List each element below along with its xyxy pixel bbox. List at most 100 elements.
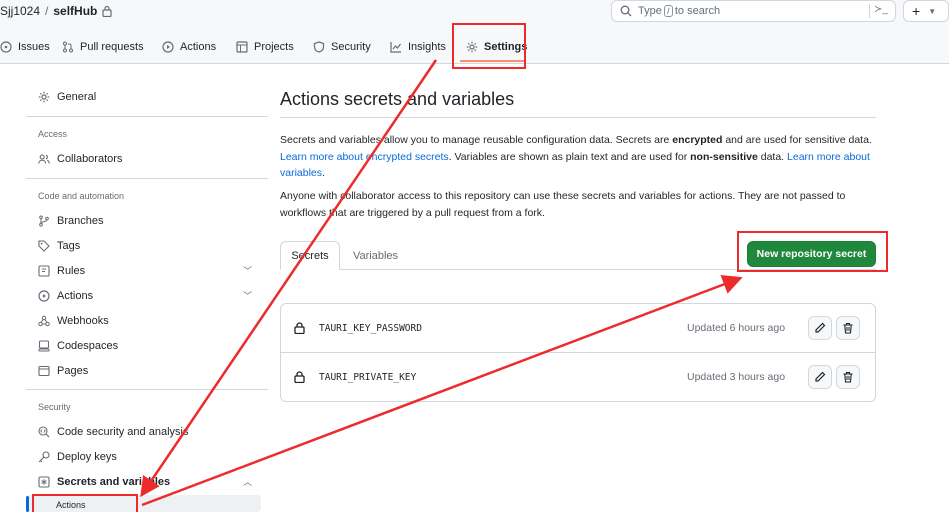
delete-secret-button[interactable] bbox=[836, 365, 860, 389]
sidebar-divider bbox=[26, 116, 268, 117]
sidebar-item-label: Tags bbox=[57, 240, 81, 252]
tab-pull-requests[interactable]: Pull requests bbox=[62, 35, 144, 59]
trash-icon bbox=[843, 371, 853, 383]
owner-link[interactable]: Sjj1024 bbox=[0, 4, 40, 18]
pencil-icon bbox=[815, 322, 826, 333]
active-item-indicator bbox=[26, 496, 29, 512]
sidebar-item-label: General bbox=[57, 91, 97, 103]
annotation-box-new-secret bbox=[737, 231, 888, 272]
description-secrets: Secrets and variables allow you to manag… bbox=[280, 132, 880, 182]
desc-text: and are used for sensitive data. bbox=[722, 134, 872, 146]
plus-icon: + bbox=[912, 3, 921, 19]
asterisk-icon bbox=[38, 476, 50, 488]
secret-name: TAURI_PRIVATE_KEY bbox=[319, 372, 417, 383]
list-item: TAURI_PRIVATE_KEY Updated 3 hours ago bbox=[281, 353, 875, 402]
search-placeholder-prefix: Type bbox=[638, 5, 662, 17]
tab-projects[interactable]: Projects bbox=[236, 35, 294, 59]
tab-issues[interactable]: Issues bbox=[0, 35, 50, 59]
chevron-down-icon[interactable]: ﹀ bbox=[243, 264, 252, 277]
secret-updated: Updated 6 hours ago bbox=[687, 322, 786, 334]
sidebar-item-general[interactable]: General bbox=[38, 88, 96, 106]
edit-secret-button[interactable] bbox=[808, 365, 832, 389]
graph-icon bbox=[390, 42, 401, 53]
tab-security[interactable]: Security bbox=[313, 35, 371, 59]
sidebar-item-deploy-keys[interactable]: Deploy keys bbox=[38, 448, 117, 466]
sidebar-item-codespaces[interactable]: Codespaces bbox=[38, 337, 118, 355]
create-new-button[interactable]: + ▼ bbox=[903, 0, 949, 22]
annotation-box-actions bbox=[32, 494, 138, 512]
sidebar-heading-access: Access bbox=[38, 129, 68, 139]
tab-secrets[interactable]: Secrets bbox=[280, 241, 340, 270]
codespaces-icon bbox=[38, 340, 50, 352]
description-access: Anyone with collaborator access to this … bbox=[280, 190, 846, 219]
sidebar-heading-security: Security bbox=[38, 402, 71, 412]
sidebar-item-label: Codespaces bbox=[57, 340, 119, 352]
chevron-down-icon: ▼ bbox=[928, 6, 937, 16]
edit-secret-button[interactable] bbox=[808, 316, 832, 340]
command-palette-icon[interactable]: ≻_ bbox=[869, 4, 888, 18]
tab-label: Pull requests bbox=[80, 41, 144, 53]
key-icon bbox=[38, 451, 50, 463]
secret-updated: Updated 3 hours ago bbox=[687, 371, 786, 383]
tab-insights[interactable]: Insights bbox=[390, 35, 446, 59]
issue-icon bbox=[0, 41, 12, 53]
pencil-icon bbox=[815, 371, 826, 382]
pull-request-icon bbox=[63, 41, 73, 53]
list-item: TAURI_KEY_PASSWORD Updated 6 hours ago bbox=[281, 304, 875, 353]
desc-text: Secrets and variables allow you to manag… bbox=[280, 134, 673, 146]
sidebar-item-actions[interactable]: Actions bbox=[38, 287, 93, 305]
search-placeholder-suffix: to search bbox=[674, 5, 721, 17]
lock-icon bbox=[294, 371, 305, 383]
sidebar-item-collaborators[interactable]: Collaborators bbox=[38, 150, 122, 168]
sidebar-item-code-security[interactable]: Code security and analysis bbox=[38, 423, 188, 441]
shield-icon bbox=[313, 41, 325, 53]
webhook-icon bbox=[38, 315, 50, 327]
sidebar-item-label: Webhooks bbox=[57, 315, 109, 327]
sidebar-item-label: Secrets and variables bbox=[57, 476, 171, 488]
tab-label: Security bbox=[331, 41, 371, 53]
delete-secret-button[interactable] bbox=[836, 316, 860, 340]
sidebar-item-rules[interactable]: Rules bbox=[38, 262, 85, 280]
desc-text: . Variables are shown as plain text and … bbox=[448, 150, 691, 163]
sidebar-item-webhooks[interactable]: Webhooks bbox=[38, 312, 109, 330]
tab-variables[interactable]: Variables bbox=[353, 250, 398, 262]
secret-name: TAURI_KEY_PASSWORD bbox=[319, 323, 422, 334]
private-lock-icon bbox=[102, 5, 112, 17]
rules-icon bbox=[38, 265, 50, 277]
tab-actions[interactable]: Actions bbox=[162, 35, 216, 59]
tab-label: Actions bbox=[180, 41, 217, 53]
sidebar-item-label: Branches bbox=[57, 215, 104, 227]
chevron-up-icon[interactable]: ︿ bbox=[243, 475, 252, 488]
sidebar-item-tags[interactable]: Tags bbox=[38, 237, 80, 255]
sidebar-item-pages[interactable]: Pages bbox=[38, 362, 88, 380]
lock-icon bbox=[294, 322, 305, 334]
play-icon bbox=[38, 290, 50, 302]
branch-icon bbox=[39, 215, 49, 227]
repo-link[interactable]: selfHub bbox=[53, 4, 97, 18]
people-icon bbox=[38, 154, 50, 164]
title-divider bbox=[280, 117, 876, 118]
sidebar-item-secrets-variables[interactable]: Secrets and variables bbox=[38, 473, 170, 491]
sidebar-divider bbox=[26, 178, 268, 179]
learn-more-secrets-link[interactable]: Learn more about encrypted secrets bbox=[280, 151, 449, 163]
breadcrumb-separator: / bbox=[45, 4, 49, 18]
play-icon bbox=[162, 41, 174, 53]
search-icon bbox=[620, 5, 632, 17]
desc-emphasis: encrypted bbox=[672, 134, 723, 146]
search-input[interactable]: Type / to search ≻_ bbox=[611, 0, 896, 22]
tab-label: Projects bbox=[254, 41, 294, 53]
sidebar-item-label: Rules bbox=[57, 265, 86, 277]
chevron-down-icon[interactable]: ﹀ bbox=[243, 289, 252, 302]
search-shortcut-key: / bbox=[663, 5, 673, 17]
sidebar-item-branches[interactable]: Branches bbox=[38, 212, 103, 230]
sidebar-divider bbox=[26, 389, 268, 390]
tab-label: Issues bbox=[18, 41, 50, 53]
table-icon bbox=[236, 41, 248, 53]
codescan-icon bbox=[38, 426, 50, 438]
sidebar-item-label: Code security and analysis bbox=[57, 426, 189, 438]
secrets-list: TAURI_KEY_PASSWORD Updated 6 hours ago T… bbox=[280, 303, 876, 402]
sidebar-item-label: Deploy keys bbox=[57, 451, 117, 463]
sidebar-item-label: Pages bbox=[57, 365, 89, 377]
page-title: Actions secrets and variables bbox=[280, 89, 515, 109]
tab-label: Insights bbox=[408, 41, 446, 53]
